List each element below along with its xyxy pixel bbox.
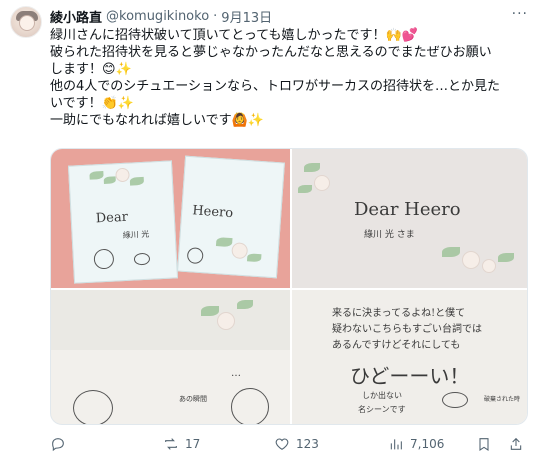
img4-line1-text: 来るに決まってるよね!と僕て: [332, 308, 466, 319]
author-name[interactable]: 綾小路直: [50, 7, 102, 26]
views-button[interactable]: 7,106: [388, 432, 444, 456]
sparkles-emoji: ✨: [115, 62, 132, 77]
tweet-line-4: 他の4人でのシチュエーションなら、トロワがサーカスの招待状を…とか見た: [50, 79, 501, 94]
media-image-1[interactable]: Dear 綠川 光 Heero: [51, 149, 290, 288]
media-image-2[interactable]: Dear Heero 綠川 光 さま: [292, 149, 527, 288]
tweet-line-2: 破られた招待状を見ると夢じゃなかったんだなと思えるのでまたぜひお願い: [50, 45, 492, 60]
views-count: 7,106: [410, 437, 445, 451]
media-grid: Dear 綠川 光 Heero Dear Heero 綠川 光 さま … あの瞬…: [50, 148, 528, 425]
torn-card-left: Dear 綠川 光: [67, 160, 179, 284]
smile-emoji: 😊: [102, 62, 116, 77]
bookmark-icon: [479, 438, 489, 451]
img4-small2-text: 名シーンです: [358, 405, 406, 414]
separator-dot: ·: [213, 8, 218, 24]
tweet-line-3: します！😊✨: [50, 62, 132, 77]
reply-icon: [52, 438, 64, 452]
img1-name-text: 綠川 光: [122, 229, 150, 241]
tweet-line-5: いです！👏✨: [50, 96, 134, 111]
like-count: 123: [296, 437, 319, 451]
author-handle[interactable]: @komugikinoko: [106, 9, 209, 24]
share-button[interactable]: [508, 432, 524, 456]
heart-icon: [275, 438, 289, 450]
hearts-emoji: 💕: [401, 28, 418, 43]
avatar[interactable]: [10, 6, 42, 38]
retweet-icon: [165, 438, 177, 450]
retweet-count: 17: [185, 437, 201, 451]
img2-name-text: 綠川 光 さま: [364, 230, 415, 240]
tweet: 綾小路直 @komugikinoko · 9月13日 ··· 緑川さんに招待状破…: [0, 0, 540, 463]
img3-dots-text: …: [231, 368, 241, 379]
tweet-text: 緑川さんに招待状破いて頂いてとっても嬉しかったです！🙌💕 破られた招待状を見ると…: [50, 27, 528, 129]
tweet-date[interactable]: 9月13日: [221, 7, 272, 26]
sparkles-emoji-3: ✨: [247, 113, 264, 128]
bookmark-button[interactable]: [476, 432, 492, 456]
reply-button[interactable]: [50, 432, 72, 456]
more-options-icon[interactable]: ···: [512, 6, 528, 22]
retweet-button[interactable]: 17: [163, 432, 200, 456]
share-icon: [510, 437, 522, 450]
img4-small1-text: しか出ない: [362, 391, 402, 400]
tweet-line-6: 一助にでもなれれば嬉しいです🙆✨: [50, 113, 264, 128]
img2-dear-text: Dear Heero: [354, 199, 461, 220]
analytics-icon: [390, 439, 402, 450]
clap-emoji: 👏: [101, 96, 118, 111]
tweet-line-1: 緑川さんに招待状破いて頂いてとっても嬉しかったです！🙌💕: [50, 28, 418, 43]
img3-note-text: あの瞬間: [179, 395, 207, 403]
action-bar: 17 123 7,106: [50, 432, 528, 456]
sparkles-emoji-2: ✨: [117, 96, 134, 111]
img4-note-text: 破棄された時: [484, 396, 521, 403]
raise-hands-emoji: 🙌: [385, 28, 402, 43]
media-image-4[interactable]: 来るに決まってるよね!と僕て 疑わないこちらもすごい台詞では あるんですけどそれ…: [292, 290, 527, 424]
tweet-header: 綾小路直 @komugikinoko · 9月13日: [50, 6, 272, 26]
img4-line3-text: あるんですけどそれにしても: [332, 340, 461, 351]
img4-big-text: ひどーーい！: [350, 364, 470, 388]
img1-heero-text: Heero: [191, 203, 234, 222]
img1-dear-text: Dear: [95, 209, 129, 227]
img4-line2-text: 疑わないこちらもすごい台詞では: [332, 324, 482, 335]
person-emoji: 🙆: [231, 113, 248, 128]
like-button[interactable]: 123: [274, 432, 319, 456]
media-image-3[interactable]: … あの瞬間: [51, 290, 290, 424]
torn-card-right: Heero: [177, 155, 285, 279]
